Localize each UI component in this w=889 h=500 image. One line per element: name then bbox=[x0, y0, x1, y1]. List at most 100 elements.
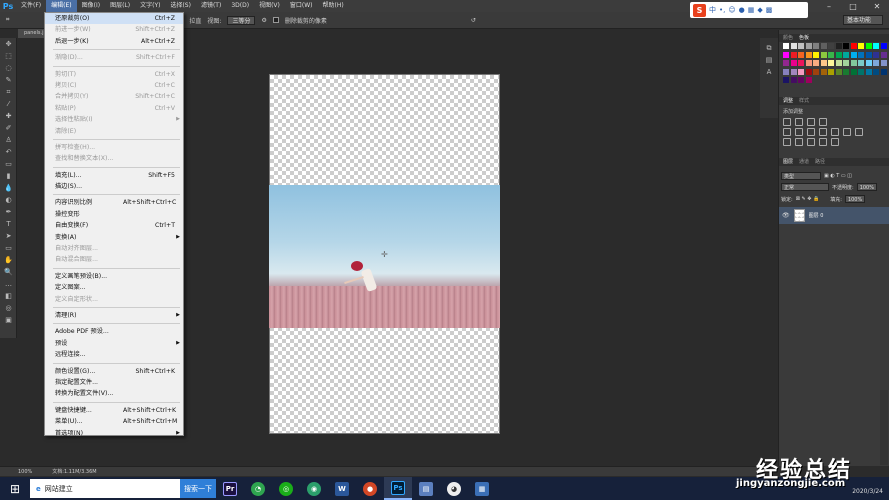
tab-layers[interactable]: 图层 bbox=[783, 158, 793, 166]
swatch[interactable] bbox=[783, 68, 789, 75]
keyboard-icon[interactable]: ▦ bbox=[748, 6, 755, 14]
path-select-icon[interactable]: ➤ bbox=[0, 230, 17, 242]
swatch[interactable] bbox=[865, 68, 872, 75]
swatch[interactable] bbox=[805, 77, 812, 84]
menu-2[interactable]: 图像(I) bbox=[77, 0, 105, 12]
edit-menu-item[interactable]: 颜色设置(G)... Shift+Ctrl+K bbox=[45, 366, 183, 377]
swatch[interactable] bbox=[790, 77, 797, 84]
tab-swatches[interactable]: 色板 bbox=[799, 34, 809, 42]
lasso-tool-icon[interactable]: ◌ bbox=[0, 62, 17, 74]
levels-icon[interactable] bbox=[795, 118, 803, 126]
taskbar-app-5[interactable]: W bbox=[328, 477, 356, 500]
swatch[interactable] bbox=[835, 51, 842, 58]
selective-color-icon[interactable] bbox=[819, 138, 827, 146]
swatch[interactable] bbox=[790, 43, 797, 49]
layer-name[interactable]: 图层 0 bbox=[809, 212, 824, 219]
posterize-icon[interactable] bbox=[795, 138, 803, 146]
blend-mode-select[interactable]: 正常 bbox=[781, 183, 829, 191]
swatch[interactable] bbox=[843, 43, 849, 49]
vibrance-icon[interactable] bbox=[783, 128, 791, 136]
swatch[interactable] bbox=[805, 68, 812, 75]
swatch[interactable] bbox=[835, 60, 842, 67]
fill-input[interactable]: 100% bbox=[844, 195, 866, 203]
swatch[interactable] bbox=[820, 51, 827, 58]
visibility-eye-icon[interactable]: 👁 bbox=[782, 212, 790, 219]
swatch[interactable] bbox=[843, 68, 849, 75]
edit-menu-item[interactable]: 指定配置文件... bbox=[45, 377, 183, 388]
eraser-tool-icon[interactable]: ▭ bbox=[0, 158, 17, 170]
threshold-icon[interactable] bbox=[807, 138, 815, 146]
edit-menu-item[interactable]: 后退一步(K) Alt+Ctrl+Z bbox=[45, 36, 183, 47]
menu-0[interactable]: 文件(F) bbox=[16, 0, 46, 12]
zoom-level[interactable]: 100% bbox=[18, 469, 32, 475]
menu-9[interactable]: 窗口(W) bbox=[285, 0, 318, 12]
swatch[interactable] bbox=[873, 43, 879, 49]
swatch[interactable] bbox=[873, 68, 879, 75]
dodge-tool-icon[interactable]: ◐ bbox=[0, 194, 17, 206]
taskbar-date[interactable]: 2020/3/24 bbox=[852, 488, 883, 495]
swatch[interactable] bbox=[835, 68, 842, 75]
edit-menu-item[interactable]: 描边(S)... bbox=[45, 181, 183, 192]
swatch[interactable] bbox=[843, 51, 849, 58]
swatch[interactable] bbox=[858, 60, 864, 67]
eyedropper-tool-icon[interactable]: ⁄ bbox=[0, 98, 17, 110]
marquee-tool-icon[interactable]: ⬚ bbox=[0, 50, 17, 62]
more-tools-icon[interactable]: … bbox=[0, 278, 17, 290]
swatch[interactable] bbox=[850, 51, 857, 58]
stamp-tool-icon[interactable]: ♙ bbox=[0, 134, 17, 146]
grid-icon[interactable]: ▩ bbox=[766, 6, 773, 14]
taskbar-app-2[interactable]: ◔ bbox=[244, 477, 272, 500]
exposure-icon[interactable] bbox=[819, 118, 827, 126]
properties-panel-icon[interactable]: ▤ bbox=[760, 54, 778, 66]
swatch[interactable] bbox=[835, 43, 842, 49]
swatch[interactable] bbox=[783, 43, 789, 49]
taskbar-search-input[interactable]: e 网站建立 bbox=[30, 479, 180, 498]
search-button[interactable]: 搜索一下 bbox=[180, 479, 216, 498]
vertical-scrollbar[interactable] bbox=[880, 390, 888, 465]
swatch[interactable] bbox=[790, 68, 797, 75]
hue-saturation-icon[interactable] bbox=[795, 128, 803, 136]
swatch[interactable] bbox=[850, 60, 857, 67]
swatch[interactable] bbox=[820, 43, 827, 49]
gear-icon[interactable]: ⚙ bbox=[261, 17, 266, 24]
quick-mask-icon[interactable]: ◎ bbox=[0, 302, 17, 314]
history-brush-icon[interactable]: ↶ bbox=[0, 146, 17, 158]
taskbar-app-7[interactable]: Ps bbox=[384, 477, 412, 500]
taskbar-app-4[interactable]: ◉ bbox=[300, 477, 328, 500]
swatch[interactable] bbox=[828, 43, 834, 49]
edit-menu-item[interactable]: Adobe PDF 预设... bbox=[45, 326, 183, 337]
punctuation-icon[interactable]: •, bbox=[719, 6, 725, 14]
swatch[interactable] bbox=[850, 68, 857, 75]
hand-tool-icon[interactable]: ✋ bbox=[0, 254, 17, 266]
edit-menu-item[interactable]: 自由变换(F) Ctrl+T bbox=[45, 220, 183, 231]
quick-select-tool-icon[interactable]: ✎ bbox=[0, 74, 17, 86]
taskbar-app-3[interactable]: ◎ bbox=[272, 477, 300, 500]
brightness-icon[interactable] bbox=[783, 118, 791, 126]
delete-cropped-checkbox[interactable] bbox=[272, 17, 279, 23]
shape-tool-icon[interactable]: ▭ bbox=[0, 242, 17, 254]
edit-menu-item[interactable]: 菜单(U)... Alt+Shift+Ctrl+M bbox=[45, 416, 183, 427]
edit-menu-item[interactable]: 预设 ▶ bbox=[45, 338, 183, 349]
color-balance-icon[interactable] bbox=[807, 128, 815, 136]
swatch[interactable] bbox=[828, 51, 834, 58]
edit-menu-item[interactable]: 还原裁剪(O) Ctrl+Z bbox=[45, 13, 183, 25]
swatch[interactable] bbox=[858, 68, 864, 75]
layer-row[interactable]: 👁 图层 0 bbox=[779, 207, 889, 224]
taskbar-app-8[interactable]: ▤ bbox=[412, 477, 440, 500]
swatch[interactable] bbox=[820, 68, 827, 75]
curves-icon[interactable] bbox=[807, 118, 815, 126]
swatch[interactable] bbox=[858, 51, 864, 58]
swatch[interactable] bbox=[850, 43, 857, 49]
swatch[interactable] bbox=[798, 60, 804, 67]
swatch[interactable] bbox=[813, 51, 819, 58]
swatch[interactable] bbox=[843, 60, 849, 67]
emoji-icon[interactable]: ☺ bbox=[728, 6, 735, 14]
swatch[interactable] bbox=[790, 60, 797, 67]
menu-4[interactable]: 文字(Y) bbox=[135, 0, 165, 12]
blur-tool-icon[interactable]: 💧 bbox=[0, 182, 17, 194]
opacity-input[interactable]: 100% bbox=[856, 183, 877, 191]
crop-tool-icon[interactable]: ⌗ bbox=[0, 86, 17, 98]
swatch[interactable] bbox=[865, 60, 872, 67]
edit-menu-item[interactable]: 填充(L)... Shift+F5 bbox=[45, 170, 183, 181]
tab-paths[interactable]: 路径 bbox=[815, 158, 825, 166]
